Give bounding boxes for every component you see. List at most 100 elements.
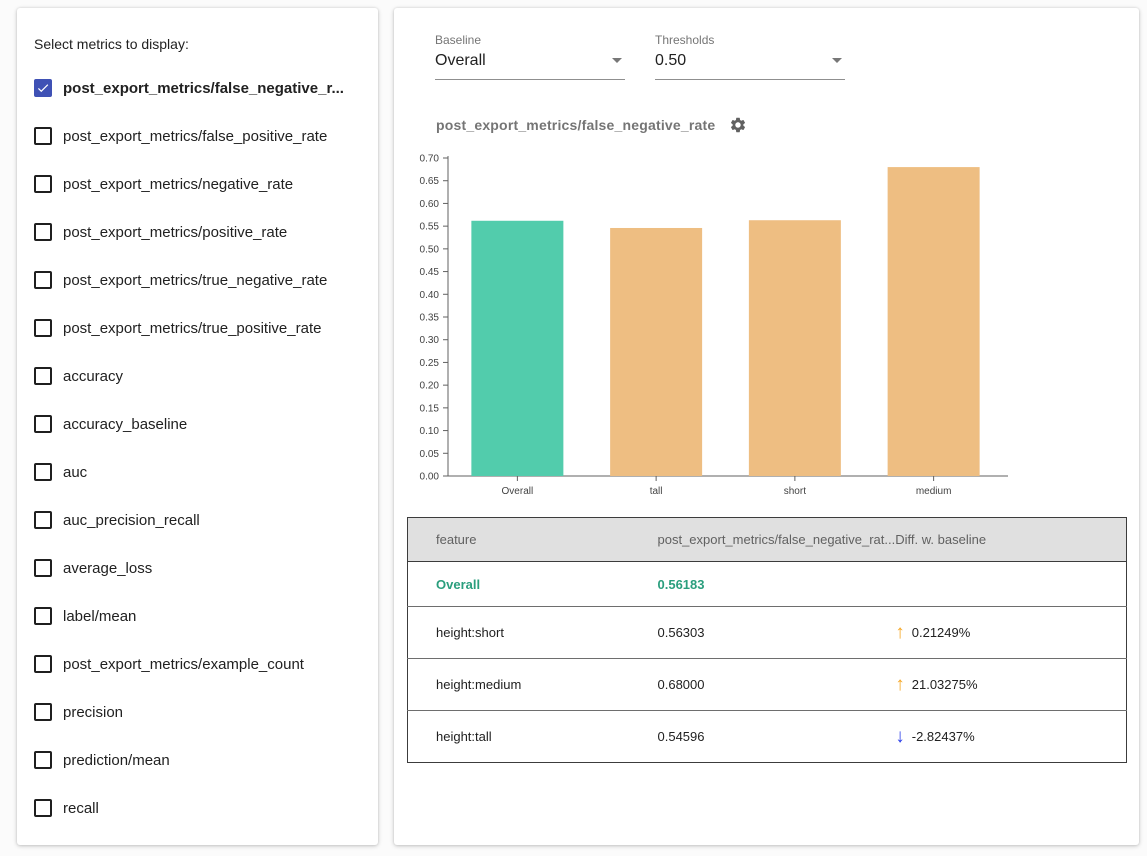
bar-chart: 0.000.050.100.150.200.250.300.350.400.45… bbox=[408, 146, 1028, 521]
table-row: Overall0.56183 bbox=[408, 562, 1127, 607]
baseline-value: Overall bbox=[435, 52, 625, 70]
metric-label: recall bbox=[63, 800, 99, 817]
metric-value-cell: 0.56303 bbox=[658, 607, 896, 659]
metric-checkbox-item[interactable]: post_export_metrics/false_negative_r... bbox=[17, 64, 378, 112]
feature-cell: height:tall bbox=[408, 711, 658, 763]
y-axis-tick-label: 0.00 bbox=[420, 472, 440, 483]
checkbox-unchecked-icon[interactable] bbox=[34, 559, 52, 577]
metric-value-cell: 0.68000 bbox=[658, 659, 896, 711]
thresholds-value: 0.50 bbox=[655, 52, 845, 70]
table-row: height:tall0.54596↓-2.82437% bbox=[408, 711, 1127, 763]
checkbox-unchecked-icon[interactable] bbox=[34, 799, 52, 817]
metric-checkbox-item[interactable]: label/mean bbox=[17, 592, 378, 640]
checkbox-unchecked-icon[interactable] bbox=[34, 751, 52, 769]
metric-label: average_loss bbox=[63, 560, 152, 577]
x-axis-tick-label: tall bbox=[650, 486, 663, 497]
checkbox-unchecked-icon[interactable] bbox=[34, 655, 52, 673]
metric-label: post_export_metrics/positive_rate bbox=[63, 224, 287, 241]
feature-cell: height:medium bbox=[408, 659, 658, 711]
metric-checkbox-item[interactable]: post_export_metrics/true_positive_rate bbox=[17, 304, 378, 352]
metric-label: post_export_metrics/true_negative_rate bbox=[63, 272, 327, 289]
metric-checkbox-item[interactable]: post_export_metrics/negative_rate bbox=[17, 160, 378, 208]
diff-value: 0.21249% bbox=[912, 625, 971, 640]
x-axis-tick-label: Overall bbox=[502, 486, 534, 497]
y-axis-tick-label: 0.55 bbox=[420, 222, 440, 233]
checkbox-unchecked-icon[interactable] bbox=[34, 175, 52, 193]
y-axis-tick-label: 0.15 bbox=[420, 403, 440, 414]
chart-header: post_export_metrics/false_negative_rate bbox=[436, 116, 747, 134]
checkbox-unchecked-icon[interactable] bbox=[34, 511, 52, 529]
diff-cell: ↑21.03275% bbox=[895, 659, 1126, 711]
diff-value: -2.82437% bbox=[912, 729, 975, 744]
bar-short[interactable] bbox=[749, 220, 841, 476]
metric-checkbox-item[interactable]: auc_precision_recall bbox=[17, 496, 378, 544]
checkbox-unchecked-icon[interactable] bbox=[34, 127, 52, 145]
bar-Overall[interactable] bbox=[471, 221, 563, 476]
y-axis-tick-label: 0.70 bbox=[420, 154, 440, 165]
metric-checkbox-item[interactable]: accuracy_baseline bbox=[17, 400, 378, 448]
checkbox-unchecked-icon[interactable] bbox=[34, 607, 52, 625]
y-axis-tick-label: 0.10 bbox=[420, 426, 440, 437]
metric-value-cell: 0.56183 bbox=[658, 562, 896, 607]
diff-cell bbox=[895, 562, 1126, 607]
checkbox-unchecked-icon[interactable] bbox=[34, 463, 52, 481]
metric-checkbox-item[interactable]: prediction/mean bbox=[17, 736, 378, 784]
checkbox-unchecked-icon[interactable] bbox=[34, 703, 52, 721]
y-axis-tick-label: 0.40 bbox=[420, 290, 440, 301]
y-axis-tick-label: 0.05 bbox=[420, 449, 440, 460]
metric-checkbox-item[interactable]: accuracy bbox=[17, 352, 378, 400]
checkbox-unchecked-icon[interactable] bbox=[34, 319, 52, 337]
y-axis-tick-label: 0.20 bbox=[420, 381, 440, 392]
metric-checkbox-item[interactable]: post_export_metrics/false_positive_rate bbox=[17, 112, 378, 160]
x-axis-tick-label: medium bbox=[916, 486, 952, 497]
x-axis-tick-label: short bbox=[784, 486, 806, 497]
metric-checkbox-item[interactable]: post_export_metrics/example_count bbox=[17, 640, 378, 688]
y-axis-tick-label: 0.30 bbox=[420, 335, 440, 346]
metric-label: prediction/mean bbox=[63, 752, 170, 769]
thresholds-label: Thresholds bbox=[655, 33, 845, 47]
table-row: height:short0.56303↑0.21249% bbox=[408, 607, 1127, 659]
metric-checkbox-item[interactable]: average_loss bbox=[17, 544, 378, 592]
chart-title: post_export_metrics/false_negative_rate bbox=[436, 117, 715, 133]
metric-label: auc_precision_recall bbox=[63, 512, 200, 529]
checkbox-checked-icon[interactable] bbox=[34, 79, 52, 97]
checkbox-unchecked-icon[interactable] bbox=[34, 271, 52, 289]
thresholds-select[interactable]: Thresholds 0.50 bbox=[655, 33, 845, 80]
table-header-cell: Diff. w. baseline bbox=[895, 518, 1126, 562]
table-row: height:medium0.68000↑21.03275% bbox=[408, 659, 1127, 711]
baseline-label: Baseline bbox=[435, 33, 625, 47]
metric-label: post_export_metrics/negative_rate bbox=[63, 176, 293, 193]
metric-label: accuracy bbox=[63, 368, 123, 385]
metric-select-title: Select metrics to display: bbox=[17, 8, 378, 52]
table-header-cell: post_export_metrics/false_negative_rat..… bbox=[658, 518, 896, 562]
metric-checkbox-item[interactable]: post_export_metrics/true_negative_rate bbox=[17, 256, 378, 304]
metric-display-panel: Baseline Overall Thresholds 0.50 post_ex… bbox=[394, 8, 1139, 845]
checkbox-unchecked-icon[interactable] bbox=[34, 367, 52, 385]
metric-label: label/mean bbox=[63, 608, 136, 625]
chevron-down-icon bbox=[832, 58, 842, 63]
arrow-down-icon: ↓ bbox=[895, 727, 905, 746]
metric-label: post_export_metrics/false_positive_rate bbox=[63, 128, 327, 145]
arrow-up-icon: ↑ bbox=[895, 675, 905, 694]
checkbox-unchecked-icon[interactable] bbox=[34, 415, 52, 433]
y-axis-tick-label: 0.65 bbox=[420, 176, 440, 187]
gear-icon[interactable] bbox=[729, 116, 747, 134]
y-axis-tick-label: 0.50 bbox=[420, 244, 440, 255]
y-axis-tick-label: 0.35 bbox=[420, 313, 440, 324]
metric-checkbox-item[interactable]: post_export_metrics/positive_rate bbox=[17, 208, 378, 256]
checkbox-unchecked-icon[interactable] bbox=[34, 223, 52, 241]
metric-label: precision bbox=[63, 704, 123, 721]
metric-select-panel: Select metrics to display: post_export_m… bbox=[17, 8, 378, 845]
metric-checkbox-item[interactable]: recall bbox=[17, 784, 378, 832]
bar-tall[interactable] bbox=[610, 228, 702, 476]
metrics-table: featurepost_export_metrics/false_negativ… bbox=[407, 517, 1127, 763]
metric-checkbox-item[interactable]: auc bbox=[17, 448, 378, 496]
metric-label: post_export_metrics/true_positive_rate bbox=[63, 320, 321, 337]
metric-label: post_export_metrics/false_negative_r... bbox=[63, 80, 344, 97]
arrow-up-icon: ↑ bbox=[895, 623, 905, 642]
baseline-select[interactable]: Baseline Overall bbox=[435, 33, 625, 80]
metric-checkbox-item[interactable]: precision bbox=[17, 688, 378, 736]
bar-medium[interactable] bbox=[888, 167, 980, 476]
chevron-down-icon bbox=[612, 58, 622, 63]
y-axis-tick-label: 0.45 bbox=[420, 267, 440, 278]
